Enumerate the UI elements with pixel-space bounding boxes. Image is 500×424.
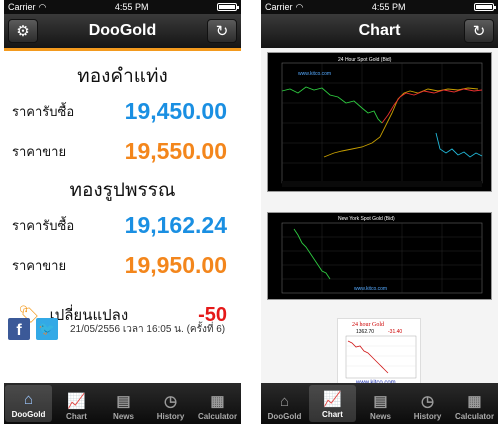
battery-icon	[217, 3, 239, 11]
refresh-icon[interactable]: ↻	[464, 19, 494, 43]
chart-change: -31.40	[388, 329, 402, 335]
tab-label: Calculator	[197, 412, 238, 421]
chart-price: 1362.70	[356, 329, 374, 335]
chart-title: 24 Hour Spot Gold (Bid)	[338, 57, 392, 63]
tab-label: News	[113, 412, 134, 421]
clock-icon: ◷	[163, 393, 178, 410]
tab-label: News	[370, 412, 391, 421]
chart-icon: 📈	[323, 391, 342, 408]
sell-label: ราคาขาย	[12, 143, 67, 159]
chart-24-hour-gold[interactable]: 24 hour Gold 1362.70 -31.40 www.kitco.co…	[337, 318, 421, 388]
bar-gold-buy-price: 19,450.00	[124, 97, 227, 124]
facebook-icon[interactable]: f	[8, 318, 30, 340]
tab-calculator[interactable]: ▦ Calculator	[451, 383, 498, 424]
ornament-gold-buy-price: 19,162.24	[124, 211, 227, 238]
bar-gold-sell-row: ราคาขาย 19,550.00	[4, 131, 241, 171]
tab-history[interactable]: ◷ History	[404, 383, 451, 424]
nav-bar: ⚙ DooGold ↻	[4, 14, 241, 48]
carrier-label: Carrier	[8, 2, 36, 12]
tab-doogold[interactable]: ⌂ DooGold	[261, 383, 308, 424]
tab-news[interactable]: ▤ News	[100, 383, 147, 424]
chart-24h-spot-gold[interactable]: 24 Hour Spot Gold (Bid) www.kitco.com	[267, 52, 492, 192]
status-bar: Carrier ◠ 4:55 PM	[261, 0, 498, 14]
tab-label: DooGold	[11, 410, 46, 419]
buy-label: ราคารับซื้อ	[12, 103, 75, 119]
news-icon: ▤	[116, 393, 131, 410]
wifi-icon: ◠	[38, 1, 47, 12]
calculator-icon: ▦	[467, 393, 482, 410]
ornament-gold-heading: ทองรูปพรรณ	[69, 180, 176, 201]
tab-chart[interactable]: 📈 Chart	[309, 385, 356, 422]
tab-calculator[interactable]: ▦ Calculator	[194, 383, 241, 424]
carrier-label: Carrier	[265, 2, 293, 12]
tab-label: Chart	[322, 410, 343, 419]
buy-label: ราคารับซื้อ	[12, 217, 75, 233]
chart-ny-spot-gold[interactable]: New York Spot Gold (Bid) www.kitco.com	[267, 212, 492, 300]
bar-gold-sell-price: 19,550.00	[124, 137, 227, 164]
update-timestamp: 21/05/2556 เวลา 16:05 น. (ครั้งที่ 6)	[70, 323, 226, 335]
page-title: DooGold	[88, 22, 157, 39]
clock-icon: ◷	[420, 393, 435, 410]
chart-title: 24 hour Gold	[352, 322, 384, 328]
chart-site-label: www.kitco.com	[354, 286, 387, 292]
share-row: f 🐦 21/05/2556 เวลา 16:05 น. (ครั้งที่ 6…	[8, 318, 237, 340]
ornament-gold-sell-row: ราคาขาย 19,950.00	[4, 245, 241, 285]
tab-doogold[interactable]: ⌂ DooGold	[5, 385, 52, 422]
tab-chart[interactable]: 📈 Chart	[53, 383, 100, 424]
status-bar: Carrier ◠ 4:55 PM	[4, 0, 241, 14]
tab-bar: ⌂ DooGold 📈 Chart ▤ News ◷ History ▦ Calculat…	[4, 383, 241, 424]
refresh-icon[interactable]: ↻	[207, 19, 237, 43]
clock-label: 4:55 PM	[371, 2, 406, 12]
ornament-gold-buy-row: ราคารับซื้อ 19,162.24	[4, 205, 241, 245]
doogold-screen: Carrier ◠ 4:55 PM ⚙ DooGold ↻ ทองคำแท่ง …	[4, 0, 241, 424]
bar-gold-buy-row: ราคารับซื้อ 19,450.00	[4, 91, 241, 131]
sell-label: ราคาขาย	[12, 257, 67, 273]
tab-label: DooGold	[267, 412, 302, 421]
tab-history[interactable]: ◷ History	[147, 383, 194, 424]
tab-label: History	[156, 412, 185, 421]
calculator-icon: ▦	[210, 393, 225, 410]
clock-label: 4:55 PM	[114, 2, 149, 12]
news-icon: ▤	[373, 393, 388, 410]
chart-icon: 📈	[67, 393, 86, 410]
tab-news[interactable]: ▤ News	[357, 383, 404, 424]
ornament-gold-sell-price: 19,950.00	[124, 251, 227, 278]
gear-icon[interactable]: ⚙	[8, 19, 38, 43]
home-icon: ⌂	[23, 391, 34, 408]
bar-gold-heading: ทองคำแท่ง	[77, 66, 168, 87]
chart-screen: Carrier ◠ 4:55 PM Chart ↻ 24 Hour Spot G…	[261, 0, 498, 424]
chart-title: New York Spot Gold (Bid)	[338, 216, 395, 222]
twitter-icon[interactable]: 🐦	[36, 318, 58, 340]
tab-bar: ⌂ DooGold 📈 Chart ▤ News ◷ History ▦ Calculat…	[261, 383, 498, 424]
wifi-icon: ◠	[295, 1, 304, 12]
home-icon: ⌂	[279, 393, 290, 410]
tab-label: History	[413, 412, 442, 421]
tab-label: Calculator	[454, 412, 495, 421]
accent-bar	[4, 48, 241, 51]
page-title: Chart	[358, 22, 401, 39]
battery-icon	[474, 3, 496, 11]
chart-site-label: www.kitco.com	[298, 71, 331, 77]
tab-label: Chart	[66, 412, 87, 421]
nav-bar: Chart ↻	[261, 14, 498, 48]
